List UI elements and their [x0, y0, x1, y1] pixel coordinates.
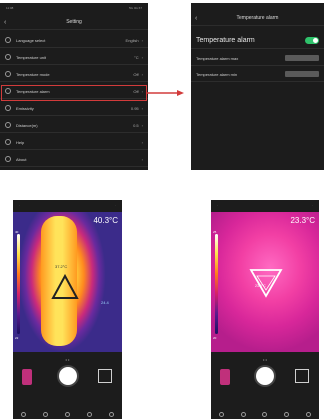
- globe-icon: [5, 37, 11, 43]
- settings-row-value: English: [125, 37, 139, 43]
- settings-row[interactable]: Distance(m) 0.5 ›: [0, 118, 148, 133]
- settings-row[interactable]: About ›: [0, 152, 148, 167]
- alarm-min-input[interactable]: [285, 71, 319, 77]
- measure-icon[interactable]: [64, 411, 70, 417]
- settings-row[interactable]: Temperature mode Off ›: [0, 67, 148, 82]
- menu-icon[interactable]: [108, 411, 114, 417]
- selected-row-highlight: [1, 85, 147, 101]
- alarm-toggle-label: Temperature alarm: [196, 37, 255, 44]
- mode-toggle-icon[interactable]: [98, 369, 112, 383]
- alarm-screen: ‹ Temperature alarm Temperature alarm Te…: [191, 3, 324, 170]
- measure-icon[interactable]: [262, 411, 268, 417]
- camera-screen-right: · · 25 20 23.3°C 23.3°C • •: [211, 200, 319, 419]
- spot-temp-label: 24.4: [101, 300, 109, 305]
- menu-icon[interactable]: [305, 411, 311, 417]
- gallery-thumbnail[interactable]: [22, 369, 32, 385]
- settings-screen: 11:08 5G 4G 67 ‹ Setting Language select…: [0, 3, 148, 170]
- settings-row-label: About: [16, 156, 27, 162]
- alarm-min-row[interactable]: Temperature alarm min: [191, 67, 324, 82]
- scale-min-label: 22: [15, 336, 19, 340]
- scale-min-label: 20: [213, 336, 217, 340]
- status-bar: 11:08 5G 4G 67: [0, 3, 148, 12]
- settings-titlebar: ‹ Setting: [0, 15, 148, 30]
- alarm-titlebar: ‹ Temperature alarm: [191, 11, 324, 26]
- thermal-view: 40 22 40.3°C 37.2°C 24.4: [13, 212, 122, 352]
- scale-max-label: 25: [213, 230, 217, 234]
- alarm-toggle[interactable]: [305, 37, 319, 44]
- triangle-marker-icon: [249, 269, 283, 298]
- thermometer-icon: [5, 54, 11, 60]
- settings-row[interactable]: Help ›: [0, 135, 148, 150]
- temperature-readout: 23.3°C: [290, 216, 315, 225]
- page-title: Setting: [66, 19, 82, 25]
- shutter-button[interactable]: [256, 367, 274, 385]
- arrow-icon: [146, 90, 184, 96]
- palette-icon[interactable]: [21, 411, 27, 417]
- alarm-max-input[interactable]: [285, 55, 319, 61]
- settings-icon[interactable]: [240, 411, 246, 417]
- color-scale: [17, 234, 20, 334]
- chevron-right-icon: ›: [141, 71, 143, 77]
- status-time: 11:08: [6, 5, 14, 10]
- settings-row-label: Language select: [16, 37, 46, 43]
- shutter-button[interactable]: [58, 367, 77, 385]
- back-icon[interactable]: ‹: [195, 15, 197, 22]
- alarm-min-label: Temperature alarm min: [196, 71, 238, 77]
- page-indicator: • •: [65, 357, 70, 362]
- settings-row-value: 0.95: [130, 105, 139, 111]
- bottom-nav: [13, 409, 122, 419]
- alarm-max-row[interactable]: Temperature alarm max: [191, 51, 324, 66]
- settings-row-label: Distance(m): [16, 122, 38, 128]
- target-icon: [5, 71, 11, 77]
- page-title: Temperature alarm: [236, 15, 279, 21]
- status-bar: · ·: [217, 202, 313, 207]
- settings-row-value: °C: [134, 54, 139, 60]
- ruler-icon: [5, 122, 11, 128]
- settings-row-label: Emissivity: [16, 105, 34, 111]
- scale-max-label: 40: [15, 230, 19, 234]
- chevron-right-icon: ›: [141, 122, 143, 128]
- settings-row-label: Help: [16, 139, 25, 145]
- page-indicator: • •: [263, 357, 267, 362]
- status-indicators: 5G 4G 67: [128, 5, 142, 10]
- camera-controls: [211, 363, 319, 397]
- mode-toggle-icon[interactable]: [295, 369, 309, 383]
- chevron-right-icon: ›: [141, 37, 143, 43]
- alarm-max-label: Temperature alarm max: [196, 55, 239, 61]
- chevron-right-icon: ›: [141, 105, 143, 111]
- settings-row-label: Temperature mode: [16, 71, 50, 77]
- temperature-readout: 40.3°C: [93, 216, 118, 225]
- help-icon: [5, 139, 11, 145]
- gallery-icon[interactable]: [284, 411, 290, 417]
- gallery-icon[interactable]: [86, 411, 92, 417]
- settings-row-value: Off: [133, 71, 139, 77]
- thermal-view: 25 20 23.3°C 23.3°C: [211, 212, 319, 352]
- palette-icon[interactable]: [219, 411, 225, 417]
- settings-row[interactable]: Language select English ›: [0, 33, 148, 48]
- center-temp-label: 23.3°C: [255, 284, 266, 288]
- gallery-thumbnail[interactable]: [220, 369, 230, 385]
- alarm-toggle-row[interactable]: Temperature alarm: [191, 33, 324, 49]
- status-bar: · ·: [19, 202, 116, 207]
- back-icon[interactable]: ‹: [4, 19, 6, 26]
- camera-screen-left: · · 40 22 40.3°C 37.2°C 24.4 • •: [13, 200, 122, 419]
- color-scale: [215, 234, 218, 334]
- chevron-right-icon: ›: [141, 54, 143, 60]
- camera-controls: [13, 363, 122, 397]
- chevron-right-icon: ›: [141, 139, 143, 145]
- triangle-marker-icon: [51, 274, 79, 299]
- center-temp-label: 37.2°C: [55, 264, 68, 269]
- settings-row[interactable]: Temperature unit °C ›: [0, 50, 148, 65]
- settings-row[interactable]: Emissivity 0.95 ›: [0, 101, 148, 116]
- chevron-right-icon: ›: [141, 156, 143, 162]
- settings-row-label: Temperature unit: [16, 54, 47, 60]
- info-icon: [5, 156, 11, 162]
- sun-icon: [5, 105, 11, 111]
- bottom-nav: [211, 409, 319, 419]
- settings-row-value: 0.5: [133, 122, 139, 128]
- settings-icon[interactable]: [43, 411, 49, 417]
